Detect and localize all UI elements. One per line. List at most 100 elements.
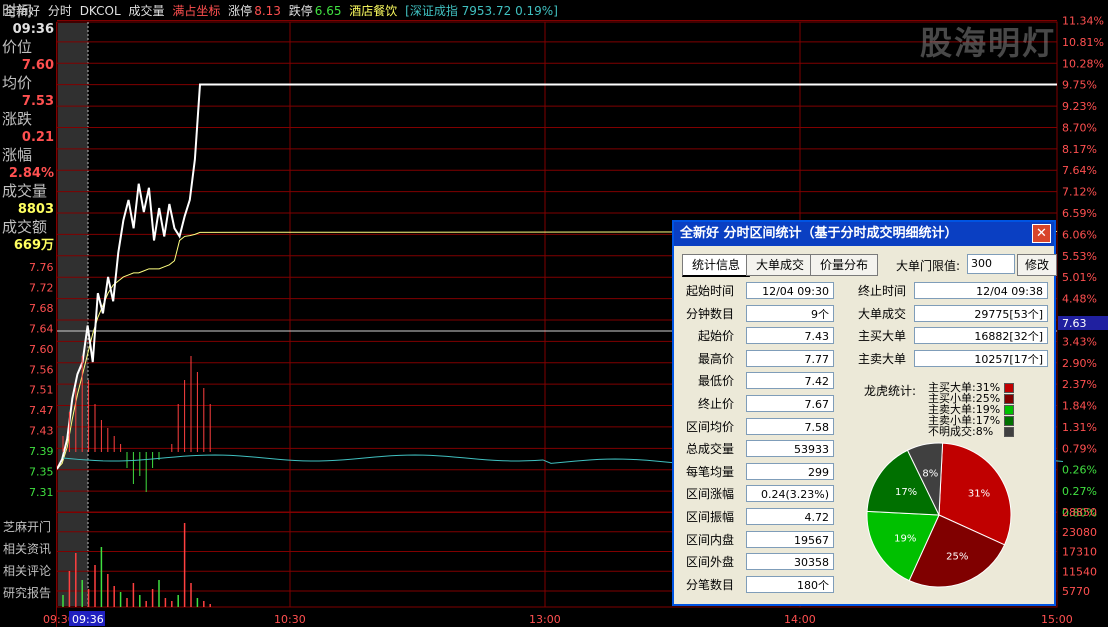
stat-value: 7.77 bbox=[746, 349, 834, 367]
pct-tick-label: 8.17% bbox=[1062, 143, 1097, 156]
stat-label: 分钟数目 bbox=[685, 306, 734, 321]
limit-up-value: 8.13 bbox=[254, 4, 281, 18]
stat-value: 7.58 bbox=[746, 417, 834, 435]
pct-tick-label: 9.23% bbox=[1062, 100, 1097, 113]
link-comments[interactable]: 相关评论 bbox=[0, 560, 56, 582]
threshold-label: 大单门限值: bbox=[896, 259, 961, 273]
stat-value: 0.24(3.23%) bbox=[746, 485, 834, 503]
pct-tick-label: 10.28% bbox=[1062, 57, 1104, 70]
pct-tick-label: 8.70% bbox=[1062, 121, 1097, 134]
stat-value: 29775[53个] bbox=[914, 304, 1048, 322]
time-tick-label: 14:00 bbox=[784, 613, 816, 626]
amount-label: 成交额 bbox=[2, 218, 48, 236]
stat-value: 16882[32个] bbox=[914, 327, 1048, 345]
time-tick-label: 13:00 bbox=[529, 613, 561, 626]
time-value: 09:36 bbox=[12, 22, 54, 37]
vol-tick-label: 23080 bbox=[1062, 526, 1097, 539]
stat-label: 最低价 bbox=[697, 374, 734, 389]
stat-label: 区间内盘 bbox=[685, 532, 734, 547]
stat-value: 12/04 09:30 bbox=[746, 282, 834, 299]
tab-big-orders[interactable]: 大单成交 bbox=[746, 254, 814, 276]
pct-tick-label: 4.48% bbox=[1062, 293, 1097, 306]
stat-value: 19567 bbox=[746, 530, 834, 548]
change-value: 0.21 bbox=[21, 130, 54, 145]
volume-label: 成交量 bbox=[128, 4, 165, 18]
avg-value: 7.53 bbox=[21, 94, 54, 109]
pct-value: 2.84% bbox=[8, 166, 54, 181]
pct-tick-label: 0.26% bbox=[1062, 464, 1097, 477]
legend-swatch bbox=[1004, 427, 1014, 437]
price-tag: 7.63 bbox=[1062, 317, 1087, 330]
dialog-title-bar[interactable]: 全新好 分时区间统计（基于分时成交明细统计） ✕ bbox=[674, 222, 1054, 246]
highlight-range bbox=[58, 23, 88, 606]
link-news[interactable]: 相关资讯 bbox=[0, 538, 56, 560]
price-label: 价位 bbox=[2, 38, 33, 56]
pie-label: 17% bbox=[895, 487, 917, 498]
legend-swatch bbox=[1004, 405, 1014, 415]
legend-swatch bbox=[1004, 394, 1014, 404]
pie-label: 25% bbox=[946, 551, 968, 562]
legend-entry: 不明成交:8% bbox=[928, 425, 994, 438]
time-tick-label: 10:30 bbox=[274, 613, 306, 626]
index-info: [深证成指 7953.72 0.19%] bbox=[405, 4, 558, 18]
vol-tick-label: 17310 bbox=[1062, 546, 1097, 559]
coord-mode-label[interactable]: 满占坐标 bbox=[172, 4, 220, 18]
vol-tick-label: 28850 bbox=[1062, 506, 1097, 519]
pct-tick-label: 5.53% bbox=[1062, 250, 1097, 263]
amount-value: 669万 bbox=[13, 238, 54, 253]
pct-tick-label: 0.79% bbox=[1062, 442, 1097, 455]
pct-tick-label: 1.84% bbox=[1062, 400, 1097, 413]
vol-tick-label: 11540 bbox=[1062, 565, 1097, 578]
indicator-label[interactable]: DKCOL bbox=[80, 4, 121, 18]
watermark: 股海明灯 bbox=[919, 24, 1056, 62]
pie-label: 19% bbox=[894, 533, 916, 544]
stat-value: 7.42 bbox=[746, 372, 834, 390]
modify-button[interactable]: 修改 bbox=[1017, 254, 1057, 276]
limit-down-label: 跌停 bbox=[288, 4, 313, 18]
mode-label[interactable]: 分时 bbox=[48, 4, 72, 18]
interval-stats-dialog: 全新好 分时区间统计（基于分时成交明细统计） ✕ 统计信息 大单成交 价量分布 … bbox=[672, 220, 1057, 606]
stat-label: 每笔均量 bbox=[685, 464, 734, 479]
legend-swatch bbox=[1004, 416, 1014, 426]
pct-tick-label: 10.81% bbox=[1062, 36, 1104, 49]
pie-label: 31% bbox=[968, 489, 990, 500]
stat-label: 主买大单 bbox=[857, 329, 906, 344]
pct-tick-label: 3.43% bbox=[1062, 335, 1097, 348]
time-tick-label: 09:36 bbox=[72, 613, 104, 626]
price-value: 7.60 bbox=[21, 58, 54, 73]
stat-label: 起始价 bbox=[697, 329, 734, 344]
pct-label: 涨幅 bbox=[2, 146, 33, 164]
pct-tick-label: 2.37% bbox=[1062, 378, 1097, 391]
stat-value: 12/04 09:38 bbox=[914, 282, 1048, 299]
stat-label: 总成交量 bbox=[685, 442, 734, 457]
stat-label: 主卖大单 bbox=[857, 351, 906, 366]
tab-price-volume[interactable]: 价量分布 bbox=[810, 254, 878, 276]
pct-tick-label: 1.31% bbox=[1062, 421, 1097, 434]
pct-tick-label: 5.01% bbox=[1062, 271, 1097, 284]
stat-label: 区间涨幅 bbox=[685, 487, 734, 502]
stat-value: 53933 bbox=[746, 440, 834, 458]
link-research[interactable]: 研究报告 bbox=[0, 582, 56, 604]
sector-label[interactable]: 酒店餐饮 bbox=[349, 4, 397, 18]
stat-value: 7.43 bbox=[746, 327, 834, 345]
dialog-title: 全新好 分时区间统计（基于分时成交明细统计） bbox=[680, 226, 958, 241]
stat-label: 终止时间 bbox=[857, 284, 906, 298]
stat-label: 起始时间 bbox=[685, 284, 734, 298]
tab-stats[interactable]: 统计信息 bbox=[682, 254, 750, 277]
close-icon[interactable]: ✕ bbox=[1032, 224, 1051, 243]
threshold-input[interactable]: 300 bbox=[967, 254, 1015, 274]
stat-value: 30358 bbox=[746, 553, 834, 571]
pct-tick-label: 0.27% bbox=[1062, 485, 1097, 498]
vol-tick-label: 5770 bbox=[1062, 585, 1090, 598]
avg-label: 均价 bbox=[2, 74, 33, 92]
stat-value: 299 bbox=[746, 462, 834, 480]
pct-tick-label: 2.90% bbox=[1062, 357, 1097, 370]
time-label: 时间 bbox=[2, 2, 33, 20]
stat-value: 10257[17个] bbox=[914, 349, 1048, 367]
pct-tick-label: 6.06% bbox=[1062, 228, 1097, 241]
limit-down-value: 6.65 bbox=[314, 4, 342, 18]
stat-label: 区间振幅 bbox=[685, 510, 734, 524]
stat-value: 7.67 bbox=[746, 395, 834, 412]
link-zhimakaimen[interactable]: 芝麻开门 bbox=[0, 516, 56, 538]
pie-label: 8% bbox=[922, 469, 938, 480]
